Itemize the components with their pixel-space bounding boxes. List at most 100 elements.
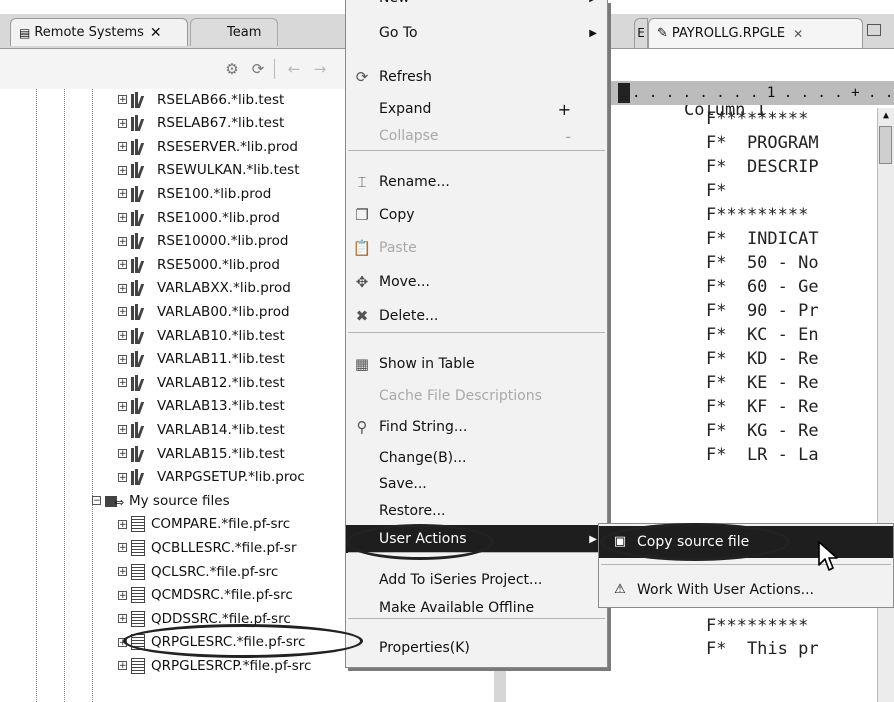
expand-plus-icon[interactable]: + — [118, 425, 127, 435]
editor-vertical-scrollbar[interactable]: ▲ — [877, 108, 894, 702]
expand-plus-icon[interactable]: + — [118, 118, 127, 128]
forward-arrow-icon[interactable]: → — [310, 59, 330, 79]
expand-plus-icon[interactable]: + — [118, 165, 127, 175]
library-label: VARLAB10.*lib.test — [157, 327, 285, 344]
menu-item-label: Add To iSeries Project... — [379, 572, 543, 588]
library-icon — [131, 469, 153, 486]
menu-separator — [348, 618, 605, 619]
menu-item-go-to[interactable]: Go To ▶ — [346, 19, 607, 47]
library-node[interactable]: + RSE5000.*lib.prod — [118, 253, 280, 276]
expand-plus-icon[interactable]: + — [118, 236, 127, 246]
source-code: F* PROGRAM — [706, 133, 819, 153]
back-arrow-icon[interactable]: ← — [284, 59, 304, 79]
library-node[interactable]: + RSE10000.*lib.prod — [118, 230, 288, 253]
expand-plus-icon[interactable]: + — [118, 449, 127, 459]
expand-plus-icon[interactable]: + — [118, 614, 127, 624]
expand-plus-icon[interactable]: + — [118, 401, 127, 411]
source-code: F* — [706, 181, 727, 201]
editor-tab-previous[interactable]: E — [634, 18, 648, 48]
expand-plus-icon[interactable]: + — [118, 260, 127, 270]
menu-item-move[interactable]: ✥ Move... — [346, 268, 607, 296]
library-label: VARLAB11.*lib.test — [157, 351, 285, 368]
source-file-label: QCMDSRC.*file.pf-src — [151, 587, 293, 604]
library-node[interactable]: + RSESERVER.*lib.prod — [118, 135, 298, 158]
source-file-label: COMPARE.*file.pf-src — [151, 516, 291, 533]
expand-plus-icon[interactable]: + — [118, 142, 127, 152]
menu-accelerator: + — [557, 99, 571, 119]
library-node[interactable]: + VARPGSETUP.*lib.proc — [118, 466, 305, 489]
editor-tab-label: PAYROLLG.RPGLE — [671, 26, 786, 41]
menu-item-label: Cache File Descriptions — [379, 388, 542, 404]
close-icon[interactable]: ✕ — [793, 27, 803, 41]
library-node[interactable]: + RSELAB66.*lib.test — [118, 89, 284, 111]
menu-item-add-to-iseries-project[interactable]: Add To iSeries Project... — [346, 566, 607, 594]
collapse-minus-icon[interactable]: − — [92, 496, 101, 506]
library-label: RSE10000.*lib.prod — [157, 233, 289, 250]
menu-item-show-in-table[interactable]: ▦ Show in Table — [346, 350, 607, 378]
tab-remote-systems[interactable]: ▤ Remote Systems ✕ — [10, 18, 188, 46]
maximize-icon[interactable] — [867, 24, 881, 36]
menu-item-rename[interactable]: ⌶ Rename... — [346, 168, 607, 196]
view-toolbar: ⚙ ⟳ ← → — [0, 49, 345, 90]
library-node[interactable]: + VARLAB14.*lib.test — [118, 418, 285, 441]
menu-item-restore[interactable]: Restore... — [346, 497, 607, 525]
menu-item-save[interactable]: Save... — [346, 470, 607, 498]
scroll-thumb[interactable] — [879, 126, 892, 164]
source-file-icon — [131, 610, 145, 627]
filter-icon[interactable]: ⚙ — [222, 59, 242, 79]
move-icon: ✥ — [355, 273, 369, 291]
menu-item-change-b[interactable]: Change(B)... — [346, 444, 607, 472]
expand-plus-icon[interactable]: + — [118, 378, 127, 388]
submenu-arrow-icon: ▶ — [589, 533, 597, 545]
library-node[interactable]: + VARLABXX.*lib.prod — [118, 277, 291, 300]
menu-item-find-string[interactable]: ⚲ Find String... — [346, 413, 607, 441]
filter-folder-icon: ⇨ — [105, 493, 125, 509]
source-file-node[interactable]: + QCLSRC.*file.pf-src — [118, 560, 278, 583]
library-node[interactable]: + VARLAB15.*lib.test — [118, 442, 285, 465]
library-node[interactable]: + VARLAB11.*lib.test — [118, 348, 285, 371]
expand-plus-icon[interactable]: + — [118, 567, 127, 577]
expand-plus-icon[interactable]: + — [118, 189, 127, 199]
library-icon — [131, 233, 153, 250]
library-node[interactable]: + RSELAB67.*lib.test — [118, 112, 284, 135]
library-node[interactable]: + RSE100.*lib.prod — [118, 182, 271, 205]
expand-plus-icon[interactable]: + — [118, 354, 127, 364]
scroll-up-arrow-icon[interactable]: ▲ — [878, 108, 894, 124]
menu-item-collapse[interactable]: Collapse - — [346, 122, 607, 150]
link-icon[interactable]: ⟳ — [248, 59, 268, 79]
expand-plus-icon[interactable]: + — [118, 213, 127, 223]
expand-plus-icon[interactable]: + — [118, 307, 127, 317]
close-icon[interactable]: ✕ — [150, 25, 162, 41]
library-node[interactable]: + RSEWULKAN.*lib.test — [118, 159, 300, 182]
menu-item-delete[interactable]: ✖ Delete... — [346, 302, 607, 330]
library-node[interactable]: + VARLAB00.*lib.prod — [118, 300, 290, 323]
menu-item-cache-file-descriptions[interactable]: Cache File Descriptions — [346, 382, 607, 410]
expand-plus-icon[interactable]: + — [118, 661, 127, 671]
source-file-node[interactable]: + QCMDSRC.*file.pf-src — [118, 584, 293, 607]
source-file-node[interactable]: + COMPARE.*file.pf-src — [118, 513, 290, 536]
expand-plus-icon[interactable]: + — [118, 519, 127, 529]
expand-plus-icon[interactable]: + — [118, 95, 127, 105]
submenu-item-work-with-user-actions[interactable]: ⚠ Work With User Actions... — [599, 574, 893, 606]
expand-plus-icon[interactable]: + — [118, 472, 127, 482]
library-node[interactable]: + VARLAB13.*lib.test — [118, 395, 285, 418]
library-node[interactable]: + VARLAB10.*lib.test — [118, 324, 285, 347]
tab-team[interactable]: Team — [190, 18, 278, 46]
menu-item-paste[interactable]: 📋 Paste — [346, 234, 607, 262]
menu-item-copy[interactable]: ❐ Copy — [346, 201, 607, 229]
menu-item-new[interactable]: New ▶ — [346, 0, 607, 12]
editor-tab-payrollg[interactable]: ✎ PAYROLLG.RPGLE ✕ — [648, 18, 863, 48]
expand-plus-icon[interactable]: + — [118, 331, 127, 341]
source-file-node[interactable]: + QRPGLESRCP.*file.pf-src — [118, 654, 311, 677]
menu-item-refresh[interactable]: ⟳ Refresh — [346, 63, 607, 91]
menu-item-expand[interactable]: Expand + — [346, 95, 607, 123]
library-node[interactable]: + VARLAB12.*lib.test — [118, 371, 285, 394]
expand-plus-icon[interactable]: + — [118, 283, 127, 293]
library-node[interactable]: + RSE1000.*lib.prod — [118, 206, 280, 229]
menu-item-properties-k[interactable]: Properties(K) — [346, 634, 607, 662]
filter-node-my-source-files[interactable]: − ⇨ My source files — [92, 489, 230, 512]
expand-plus-icon[interactable]: + — [118, 590, 127, 600]
source-file-node[interactable]: + QCBLLESRC.*file.pf-sr — [118, 536, 297, 559]
expand-plus-icon[interactable]: + — [118, 543, 127, 553]
source-code: F********* — [706, 109, 809, 129]
